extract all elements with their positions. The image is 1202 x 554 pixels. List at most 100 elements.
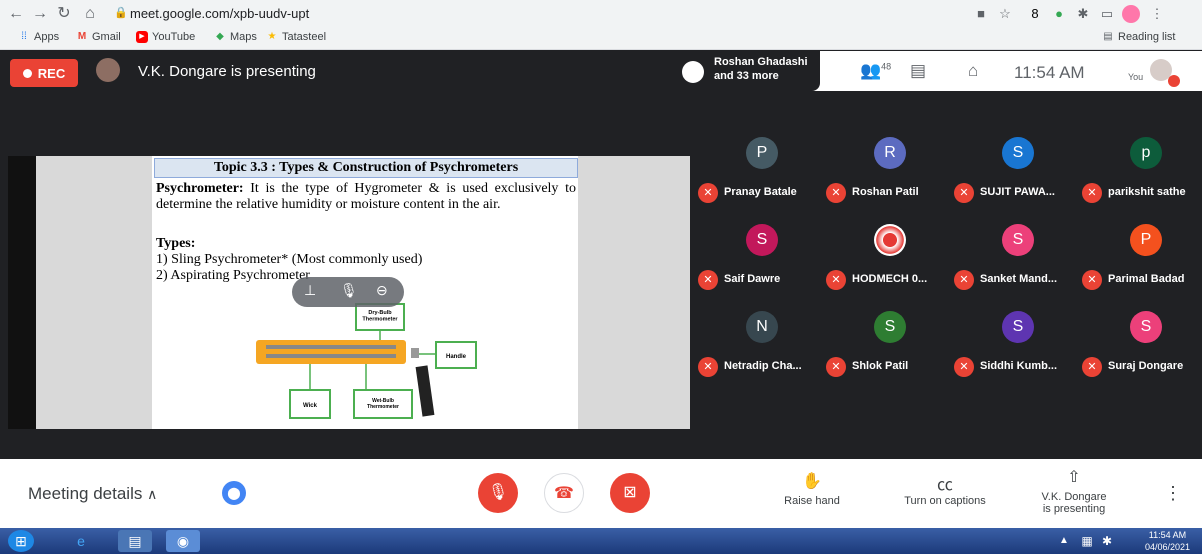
participant-name: Suraj Dongare [1108,360,1184,372]
mic-icon[interactable]: 🎙 [340,282,358,299]
phone-hangup-icon: ☎ [554,485,574,502]
participant-tile[interactable]: S ✕ Sanket Mand... [954,224,1082,304]
address-bar[interactable]: meet.google.com/xpb-uudv-upt [130,6,309,21]
people-icon[interactable]: 👥48 [860,61,891,81]
meet-bottom-bar: Meeting details ∧ ⬤ 🎙 ☎ ⊠ ✋ Raise hand ㏄ T… [0,459,1202,528]
participant-name: Parimal Badad [1108,273,1185,285]
bookmark-gmail[interactable]: M Gmail [76,31,121,43]
slide-type-1: 1) Sling Psychrometer* (Most commonly us… [156,252,423,267]
slide-definition: Psychrometer: It is the type of Hygromet… [156,181,576,212]
bookmark-apps[interactable]: ⁞⁞ Apps [18,31,59,43]
bookmark-maps[interactable]: ◆ Maps [214,31,257,43]
participant-name: HODMECH 0... [852,273,928,285]
avatar: S [1002,137,1034,169]
presenting-button[interactable]: ⇧ V.K. Dongare is presenting [1032,467,1116,515]
present-screen-icon: ⇧ [1067,469,1081,486]
chevron-up-icon: ∧ [147,486,158,502]
participant-tile[interactable]: ✕ HODMECH 0... [826,224,954,304]
leave-call-button[interactable]: ☎ [544,473,584,513]
participant-tile[interactable]: P ✕ Parimal Badad [1082,224,1202,304]
mic-muted-icon: ✕ [954,183,974,203]
participant-name: SUJIT PAWA... [980,186,1055,198]
mic-muted-icon: ✕ [698,270,718,290]
mic-muted-icon: ✕ [698,183,718,203]
more-options-icon[interactable]: ⋮ [1164,483,1182,504]
forward-icon[interactable]: → [30,4,50,24]
start-icon[interactable]: ⊞ [8,530,34,552]
file-explorer-icon[interactable]: ▤ [118,530,152,552]
participant-tile[interactable]: S ✕ Suraj Dongare [1082,311,1202,391]
apps-icon: ⁞⁞ [21,31,27,42]
participant-name: Roshan Patil [852,186,919,198]
remove-icon[interactable]: ⊖ [376,282,388,299]
media-icon[interactable]: ▭ [1098,5,1116,23]
participant-tile[interactable]: S ✕ SUJIT PAWA... [954,137,1082,217]
extension-icon[interactable]: 8 [1026,5,1044,23]
bookmark-youtube[interactable]: ▶ YouTube [136,31,195,43]
participant-tile[interactable]: S ✕ Saif Dawre [698,224,826,304]
reload-icon[interactable]: ↻ [54,4,74,24]
avatar: S [874,311,906,343]
participant-tile[interactable]: p ✕ parikshit sathe [1082,137,1202,217]
recording-badge: REC [10,59,78,87]
participant-tile[interactable]: P ✕ Pranay Batale [698,137,826,217]
raise-hand-button[interactable]: ✋ Raise hand [776,471,848,507]
active-speaker-chip[interactable]: Roshan Ghadashi and 33 more [678,51,820,91]
reading-list[interactable]: ▤ Reading list [1102,31,1175,43]
mic-off-icon: 🎙 [487,484,509,501]
participant-name: Siddhi Kumb... [980,360,1057,372]
avatar: S [1130,311,1162,343]
meeting-info-bar: Roshan Ghadashi and 33 more 👥48 ▤ ⌂ 11:54… [678,51,1202,91]
activities-icon[interactable]: ⌂ [968,61,978,81]
mic-muted-icon: ✕ [1082,183,1102,203]
avatar: S [1002,224,1034,256]
network-icon[interactable]: ▦ [1078,530,1096,552]
mic-muted-icon: ✕ [826,183,846,203]
participant-tile[interactable]: S ✕ Siddhi Kumb... [954,311,1082,391]
participant-tile[interactable]: S ✕ Shlok Patil [826,311,954,391]
bookmark-tatasteel[interactable]: ★ Tatasteel [266,31,327,43]
youtube-icon: ▶ [136,31,148,43]
tray-arrow-icon[interactable]: ▲ [1056,530,1072,552]
camera-icon[interactable]: ■ [972,5,990,23]
home-icon[interactable]: ⌂ [80,4,100,24]
puzzle-icon[interactable]: ✱ [1074,5,1092,23]
profile-icon[interactable] [1122,5,1140,23]
mic-muted-icon: ✕ [954,270,974,290]
chat-icon[interactable]: ▤ [910,61,926,81]
mic-muted-icon: ✕ [826,270,846,290]
browser-toolbar: ← → ↻ ⌂ 🔒 meet.google.com/xpb-uudv-upt ■… [0,0,1202,28]
chrome-taskbar-icon[interactable]: ◉ [166,530,200,552]
mic-muted-icon: ✕ [826,357,846,377]
mic-toggle-button[interactable]: 🎙 [478,473,518,513]
extension-icon[interactable]: ● [1050,5,1068,23]
participant-name: Saif Dawre [724,273,781,285]
participant-tile[interactable]: N ✕ Netradip Cha... [698,311,826,391]
bluetooth-icon[interactable]: ✱ [1100,530,1114,552]
hand-icon: ✋ [802,473,822,490]
wick-label: Wick [303,403,318,409]
shield-icon[interactable]: ⬤ [222,481,246,505]
mic-muted-icon: ✕ [1082,270,1102,290]
reading-list-icon: ▤ [1103,31,1113,42]
back-icon[interactable]: ← [6,4,26,24]
participant-tile[interactable]: R ✕ Roshan Patil [826,137,954,217]
avatar: R [874,137,906,169]
mic-muted-icon: ✕ [954,357,974,377]
captions-button[interactable]: ㏄ Turn on captions [892,471,998,507]
you-label: You [1128,72,1144,82]
pin-icon[interactable]: ⊥ [304,282,316,299]
star-bookmark-icon: ★ [267,31,277,42]
lock-icon[interactable]: 🔒 [114,6,128,19]
presentation-slide: Topic 3.3 : Types & Construction of Psyc… [8,156,690,429]
system-clock[interactable]: 11:54 AM 04/06/2021 [1145,529,1190,553]
camera-toggle-button[interactable]: ⊠ [610,473,650,513]
internet-explorer-icon[interactable]: e [64,530,98,552]
mic-muted-icon: ✕ [698,357,718,377]
mic-muted-icon [1168,75,1180,87]
participant-name: Pranay Batale [724,186,797,198]
meeting-details-button[interactable]: Meeting details ∧ [28,484,157,504]
star-icon[interactable]: ☆ [996,5,1014,23]
avatar [874,224,906,256]
menu-icon[interactable]: ⋮ [1148,5,1166,23]
